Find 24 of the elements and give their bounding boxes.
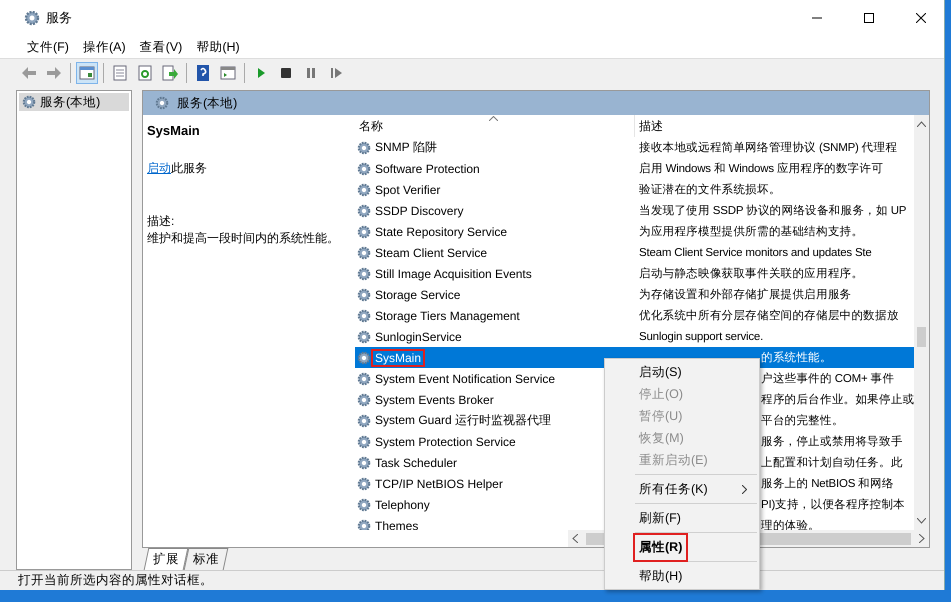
service-description-cell: Sunlogin support service. bbox=[639, 330, 764, 342]
service-description-cell: 启用 Windows 和 Windows 应用程序的数字许可 bbox=[639, 161, 884, 176]
service-description-cell: 接收本地或远程简单网络管理协议 (SNMP) 代理程 bbox=[639, 140, 898, 155]
window-title: 服务 bbox=[46, 9, 73, 27]
service-description-cell: 启动与静态映像获取事件关联的应用程序。 bbox=[639, 266, 864, 281]
service-description-cell: PI)支持，以便各程序控制本 bbox=[761, 497, 905, 512]
service-description-cell-text: 上配置和计划自动任务。此 bbox=[761, 456, 903, 470]
service-description-cell: 户这些事件的 COM+ 事件 bbox=[761, 371, 894, 386]
service-description-cell: Steam Client Service monitors and updates Ste bbox=[639, 246, 872, 258]
service-description-cell: 为存储设置和外部存储扩展提供启用服务 bbox=[639, 287, 852, 302]
service-description-cell: 服务，停止或禁用将导致手 bbox=[761, 434, 903, 449]
service-description-cell: 程序的后台作业。如果停止或 bbox=[761, 392, 914, 407]
service-description-cell: 的系统性能。 bbox=[761, 350, 832, 365]
description-text: 维护和提高一段时间内的系统性能。 bbox=[147, 230, 340, 247]
service-description-cell: 平台的完整性。 bbox=[761, 413, 844, 428]
service-description-cell: 优化系统中所有分层存储空间的存储层中的数据放 bbox=[639, 308, 899, 323]
description-label: 描述: bbox=[147, 213, 176, 230]
service-description-cell-text: 服务上的 NetBIOS 和网络 bbox=[761, 476, 894, 491]
start-service-sentence: 启动此服务 bbox=[147, 160, 208, 177]
service-description-cell: 验证潜在的文件系统损坏。 bbox=[639, 182, 781, 197]
service-description-cell: 当发现了使用 SSDP 协议的网络设备和服务，如 UP bbox=[639, 203, 906, 218]
service-description-cell: 为应用程序模型提供所需的基础结构支持。 bbox=[639, 224, 864, 239]
pane-title: 服务(本地) bbox=[177, 94, 238, 112]
service-name: SysMain bbox=[147, 123, 201, 138]
